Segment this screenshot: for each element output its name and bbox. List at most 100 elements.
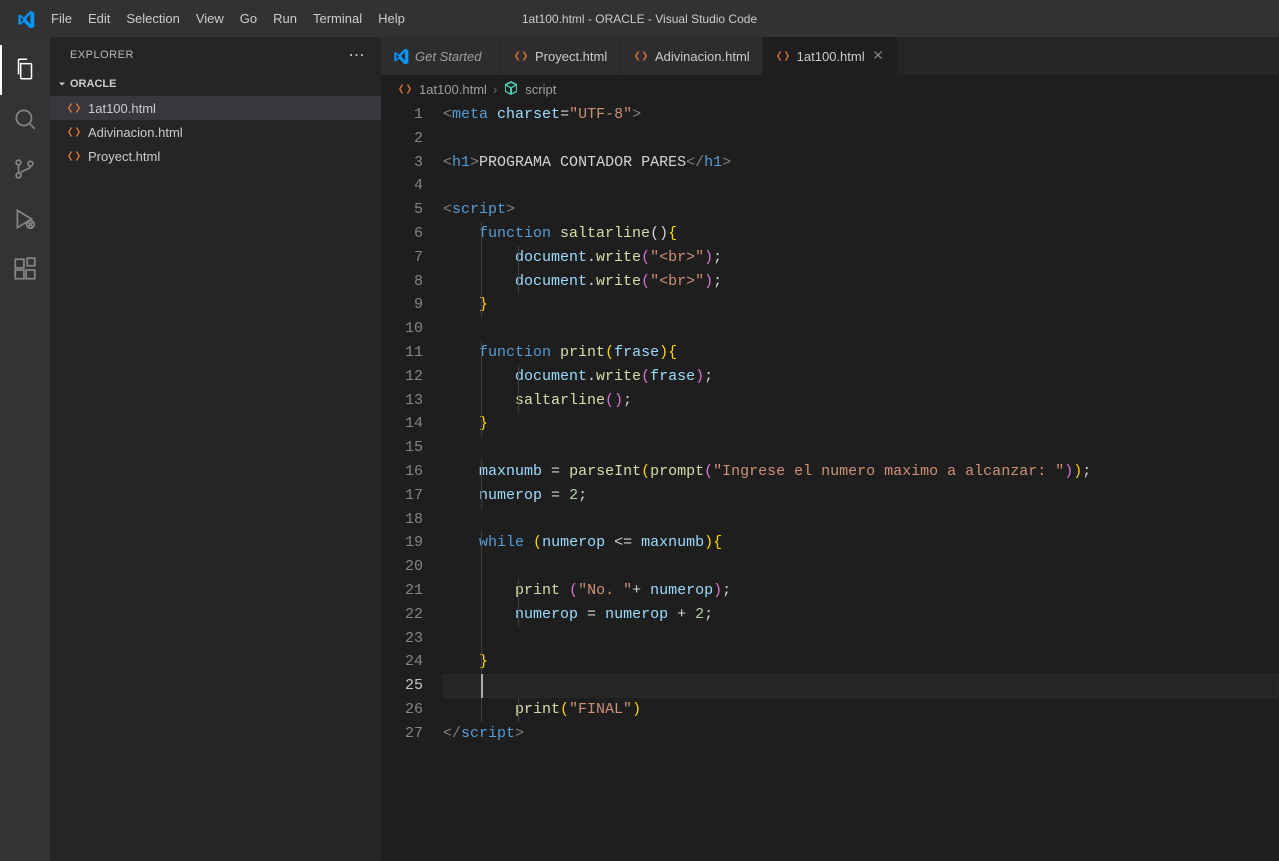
indent-guide [518,246,519,270]
code-line[interactable] [443,174,1279,198]
line-number: 19 [381,531,423,555]
code-line[interactable] [443,508,1279,532]
line-number: 5 [381,198,423,222]
code-line[interactable]: print("FINAL") [443,698,1279,722]
line-number: 14 [381,412,423,436]
code-line[interactable]: saltarline(); [443,389,1279,413]
file-name: Adivinacion.html [88,125,183,140]
line-number: 27 [381,722,423,746]
sidebar: EXPLORER ⋯ ORACLE 1at100.html Adivinacion… [50,37,381,861]
chevron-right-icon: › [493,82,497,97]
vscode-icon [393,48,409,64]
line-number: 10 [381,317,423,341]
indent-guide [481,555,482,579]
code-line[interactable]: } [443,650,1279,674]
code-line[interactable]: document.write("<br>"); [443,270,1279,294]
menu-edit[interactable]: Edit [80,0,118,37]
menu-file[interactable]: File [43,0,80,37]
code-line[interactable]: print ("No. "+ numerop); [443,579,1279,603]
sidebar-header: EXPLORER ⋯ [50,37,381,72]
html-icon [633,48,649,64]
editor-tab[interactable]: Adivinacion.html [621,37,763,75]
editor-area: Get StartedProyect.htmlAdivinacion.html1… [381,37,1279,861]
file-item[interactable]: Adivinacion.html [50,120,381,144]
line-number: 26 [381,698,423,722]
close-icon[interactable] [871,48,885,65]
sidebar-section-label: ORACLE [70,78,116,90]
menu-go[interactable]: Go [232,0,265,37]
html-icon [775,48,791,64]
code-line[interactable]: numerop = 2; [443,484,1279,508]
line-number: 24 [381,650,423,674]
html-icon [66,124,82,140]
indent-guide [518,270,519,294]
activity-run[interactable] [0,195,50,245]
menu-terminal[interactable]: Terminal [305,0,370,37]
code-line[interactable]: document.write(frase); [443,365,1279,389]
indent-guide [481,484,482,508]
code-line[interactable]: function print(frase){ [443,341,1279,365]
breadcrumb-file: 1at100.html [419,82,487,97]
html-icon [513,48,529,64]
menu-selection[interactable]: Selection [118,0,187,37]
code-line[interactable] [443,127,1279,151]
file-item[interactable]: 1at100.html [50,96,381,120]
code-line[interactable] [443,436,1279,460]
line-number: 9 [381,293,423,317]
indent-guide [518,603,519,627]
code-line[interactable]: numerop = numerop + 2; [443,603,1279,627]
indent-guide [481,389,482,413]
code-line[interactable]: maxnumb = parseInt(prompt("Ingrese el nu… [443,460,1279,484]
breadcrumbs[interactable]: 1at100.html › script [381,75,1279,103]
indent-guide [481,293,482,317]
code-line[interactable] [443,555,1279,579]
code-line[interactable] [443,674,1279,698]
editor-tab[interactable]: Get Started [381,37,501,75]
file-name: Proyect.html [88,149,160,164]
line-number: 8 [381,270,423,294]
editor-tab[interactable]: 1at100.html [763,37,898,75]
line-number-gutter: 1234567891011121314151617181920212223242… [381,103,443,861]
line-number: 16 [381,460,423,484]
code-content[interactable]: <meta charset="UTF-8"> <h1>PROGRAMA CONTA… [443,103,1279,861]
code-line[interactable]: } [443,412,1279,436]
tab-label: Get Started [415,49,481,64]
indent-guide [518,579,519,603]
code-line[interactable] [443,627,1279,651]
code-line[interactable]: <meta charset="UTF-8"> [443,103,1279,127]
code-line[interactable]: while (numerop <= maxnumb){ [443,531,1279,555]
debug-icon [12,206,38,235]
code-line[interactable]: <h1>PROGRAMA CONTADOR PARES</h1> [443,151,1279,175]
line-number: 15 [381,436,423,460]
line-number: 4 [381,174,423,198]
code-line[interactable]: function saltarline(){ [443,222,1279,246]
tab-label: 1at100.html [797,49,865,64]
editor-tab[interactable]: Proyect.html [501,37,621,75]
menu-help[interactable]: Help [370,0,413,37]
activity-search[interactable] [0,95,50,145]
code-line[interactable]: document.write("<br>"); [443,246,1279,270]
menu-bar: File Edit Selection View Go Run Terminal… [43,0,413,37]
code-line[interactable]: } [443,293,1279,317]
line-number: 7 [381,246,423,270]
file-item[interactable]: Proyect.html [50,144,381,168]
code-line[interactable] [443,317,1279,341]
sidebar-more-button[interactable]: ⋯ [349,45,366,65]
indent-guide [518,698,519,722]
code-line[interactable]: </script> [443,722,1279,746]
code-line[interactable]: <script> [443,198,1279,222]
menu-view[interactable]: View [188,0,232,37]
code-editor[interactable]: 1234567891011121314151617181920212223242… [381,103,1279,861]
main-layout: EXPLORER ⋯ ORACLE 1at100.html Adivinacion… [0,37,1279,861]
line-number: 3 [381,151,423,175]
sidebar-section[interactable]: ORACLE [50,72,381,96]
text-cursor [481,674,483,698]
html-icon [66,148,82,164]
line-number: 2 [381,127,423,151]
activity-extensions[interactable] [0,245,50,295]
line-number: 13 [381,389,423,413]
html-icon [397,81,413,97]
menu-run[interactable]: Run [265,0,305,37]
activity-explorer[interactable] [0,45,50,95]
activity-source-control[interactable] [0,145,50,195]
